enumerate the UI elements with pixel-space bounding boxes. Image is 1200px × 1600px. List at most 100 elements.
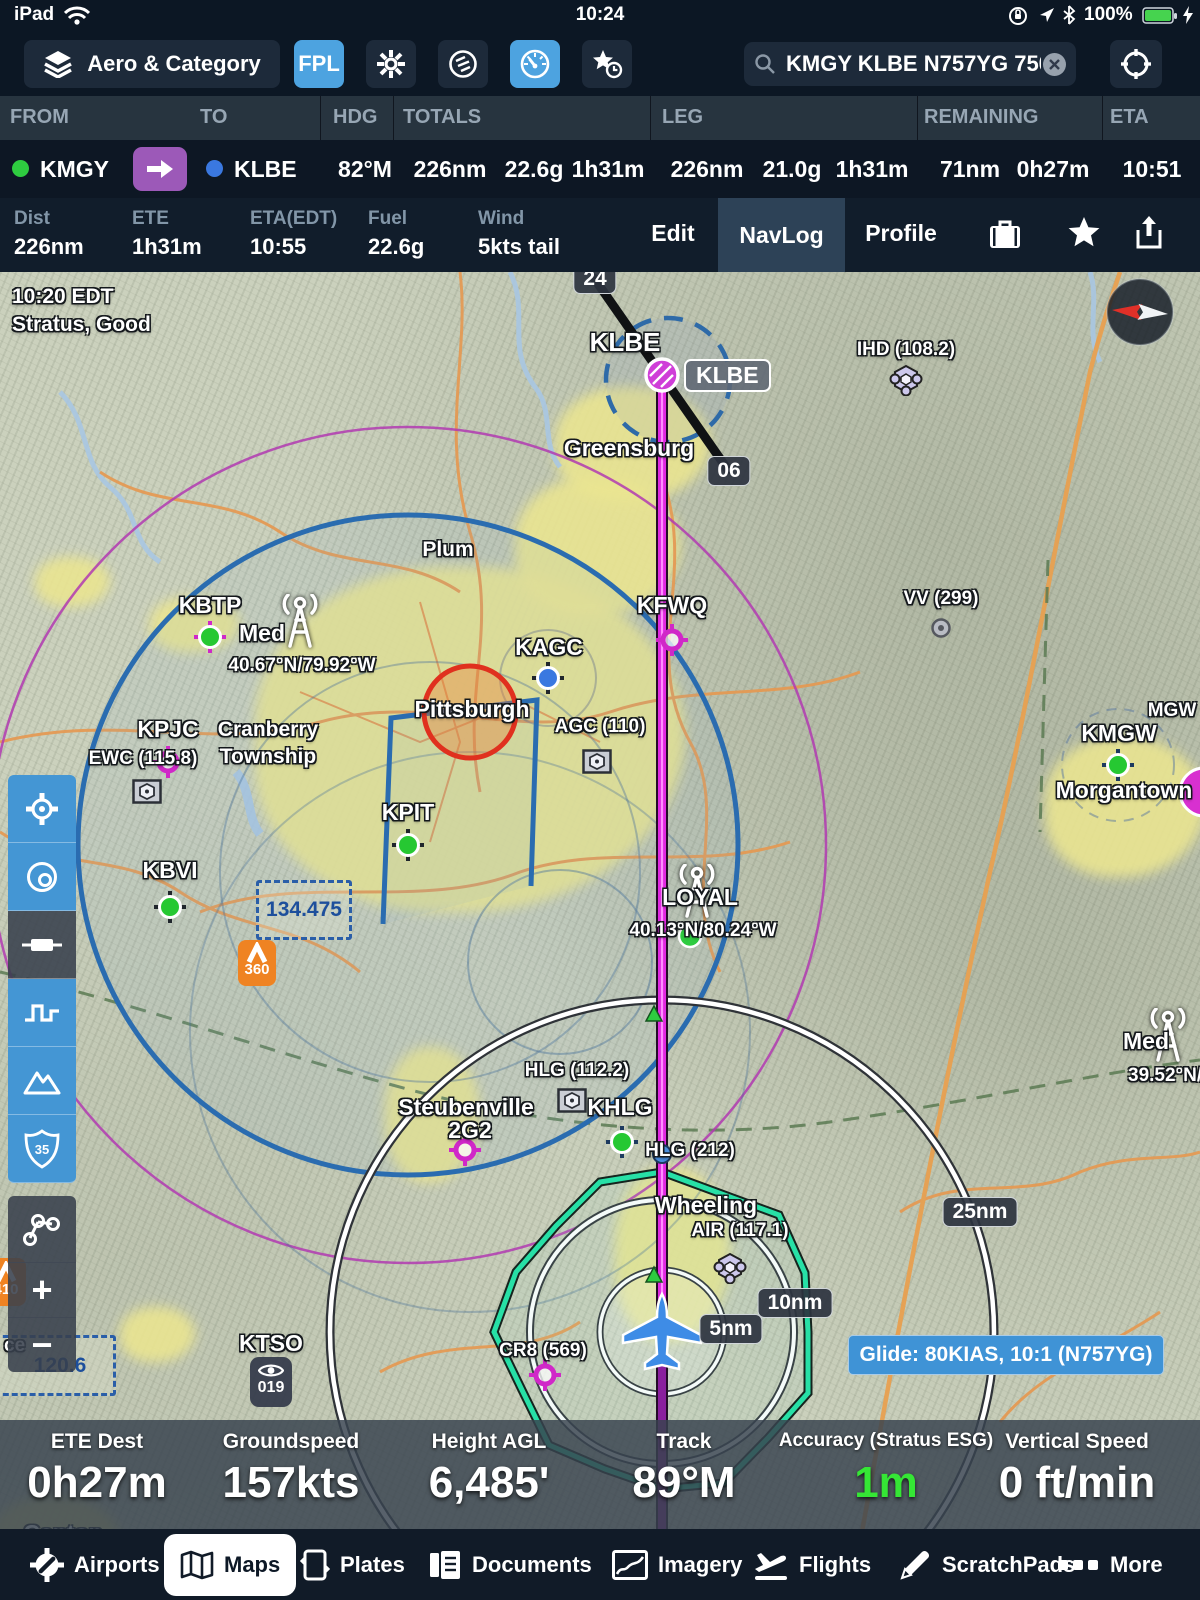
vertical-speed-value: 0 ft/min — [998, 1458, 1156, 1507]
highways-button[interactable]: 35 — [8, 1115, 76, 1183]
tab-scratchpads[interactable]: ScratchPads — [898, 1534, 1075, 1596]
airport-icon-khlg[interactable] — [605, 1125, 639, 1159]
to-airport-dot — [206, 160, 223, 177]
terrain-button[interactable] — [8, 1047, 76, 1115]
ete-label: ETE — [132, 208, 169, 229]
instruments-button[interactable] — [510, 40, 560, 88]
airport-icon-kbtp[interactable] — [193, 620, 227, 654]
col-to: TO — [200, 106, 228, 128]
wind-label: Wind — [478, 208, 525, 229]
pencil-icon — [900, 1550, 930, 1580]
waypoint-badge-klbe[interactable]: KLBE — [684, 359, 771, 392]
favorite-button[interactable] — [1066, 216, 1102, 250]
status-time: 10:24 — [575, 4, 625, 25]
gauge-icon — [519, 48, 551, 80]
favorites-recents-button[interactable] — [582, 40, 632, 88]
tab-label: Airports — [74, 1551, 160, 1577]
tab-more[interactable]: More — [1058, 1534, 1163, 1596]
edit-button[interactable]: Edit — [651, 220, 694, 247]
height-agl-label: Height AGL — [431, 1430, 547, 1453]
eta-edt-label: ETA(EDT) — [250, 208, 338, 229]
ownship-center-button[interactable] — [1110, 40, 1162, 88]
gear-icon — [376, 49, 406, 79]
route-points-icon — [23, 1214, 60, 1246]
accuracy-label: Accuracy (Stratus ESG) — [778, 1430, 994, 1451]
vor-box-icon-agc — [582, 749, 612, 774]
city-label-wheeling: Wheeling — [654, 1192, 758, 1218]
briefcase-button[interactable] — [988, 218, 1022, 250]
totals-fuel: 22.6g — [504, 156, 564, 182]
airport-label-kmgw: KMGW — [1081, 720, 1157, 746]
search-field[interactable] — [744, 42, 1076, 86]
airport-icon-kagc[interactable] — [531, 661, 565, 695]
tab-imagery[interactable]: Imagery — [612, 1534, 742, 1596]
map-layers-label: Aero & Category — [87, 51, 261, 76]
north-indicator-compass[interactable] — [1104, 276, 1176, 348]
main-tab-bar: Airports Maps Plates Documents Imagery F… — [0, 1529, 1200, 1600]
groundspeed-value: 157kts — [222, 1458, 360, 1507]
center-ownship-button[interactable] — [8, 775, 76, 843]
obstacle-height: 360 — [244, 961, 270, 978]
airport-icon-cr8[interactable] — [528, 1358, 562, 1392]
moving-map[interactable]: 360 410 019 134.475 120.6 10:20 EDT Stra… — [0, 272, 1200, 1600]
tab-maps[interactable]: Maps — [164, 1533, 297, 1596]
zoom-in-button[interactable]: + — [8, 1262, 76, 1318]
tab-label: Flights — [799, 1551, 872, 1577]
tab-flights[interactable]: Flights — [753, 1534, 871, 1596]
map-orientation-button[interactable] — [8, 843, 76, 911]
vor-box-icon-ewc — [132, 779, 162, 804]
vor-icon-air — [712, 1252, 748, 1284]
flightplan-header-row: FROM TO HDG TOTALS LEG REMAINING ETA — [0, 96, 1200, 140]
airport-label-kpit: KPIT — [381, 799, 435, 825]
share-button[interactable] — [1134, 215, 1164, 251]
tab-label: Imagery — [658, 1551, 743, 1577]
map-status-time: 10:20 EDT — [12, 285, 114, 308]
airport-label-kbtp: KBTP — [178, 592, 242, 618]
route-editor-button[interactable] — [8, 1196, 76, 1263]
tab-airports[interactable]: Airports — [30, 1534, 160, 1596]
share-icon — [1136, 216, 1162, 249]
profile-button[interactable]: Profile — [865, 220, 937, 247]
airport-icon-kbvi[interactable] — [153, 890, 187, 924]
profile-view-button[interactable] — [8, 979, 76, 1047]
heading-value: 82°M — [338, 156, 392, 182]
navlog-tab-selected[interactable]: NavLog — [718, 198, 845, 272]
track-up-icon — [27, 861, 57, 892]
search-input[interactable] — [784, 50, 1043, 78]
airport-label-cr8: CR8 (569) — [499, 1340, 587, 1361]
plus-icon: + — [31, 1268, 53, 1310]
documents-icon — [430, 1550, 460, 1579]
instrument-panel[interactable]: ETE Dest 0h27m Groundspeed 157kts Height… — [0, 1420, 1200, 1529]
active-leg-arrow-button[interactable] — [133, 147, 187, 191]
fpl-button[interactable]: FPL — [294, 40, 344, 88]
map-layers-button[interactable]: Aero & Category — [24, 40, 280, 88]
navaid-label-air: AIR (117.1) — [691, 1220, 789, 1241]
tab-plates[interactable]: Plates — [300, 1534, 405, 1596]
wind-value: 5kts tail — [478, 234, 560, 259]
flightplan-leg-row[interactable]: KMGY KLBE 82°M 226nm 22.6g 1h31m 226nm 2… — [0, 140, 1200, 198]
groundspeed-label: Groundspeed — [222, 1430, 360, 1453]
location-arrow-icon — [1038, 6, 1056, 24]
crosshair-icon — [1120, 48, 1152, 80]
from-airport-dot — [12, 160, 29, 177]
webcam-badge-ktso[interactable]: 019 — [250, 1357, 292, 1407]
col-remaining: REMAINING — [924, 106, 1039, 128]
globe-weather-button[interactable] — [438, 40, 488, 88]
city-label-cranberry-1: Cranberry — [217, 718, 319, 741]
ruler-button[interactable] — [8, 911, 76, 979]
tab-documents[interactable]: Documents — [428, 1534, 592, 1596]
airport-icon-kpit[interactable] — [391, 828, 425, 862]
glide-advisor-banner[interactable]: Glide: 80KIAS, 10:1 (N757YG) — [848, 1335, 1164, 1375]
airport-icon-kfwq[interactable] — [655, 623, 689, 657]
fuel-value: 22.6g — [368, 234, 425, 259]
settings-button[interactable] — [366, 40, 416, 88]
zoom-out-button[interactable]: − — [8, 1317, 76, 1372]
clear-search-icon[interactable] — [1043, 52, 1066, 76]
height-agl-value: 6,485' — [428, 1458, 550, 1507]
search-icon — [754, 53, 776, 75]
city-label-morgantown: Morgantown — [1055, 777, 1193, 803]
imagery-icon — [612, 1549, 648, 1580]
star-clock-icon — [590, 48, 624, 80]
track-value: 89°M — [632, 1458, 736, 1507]
to-airport: KLBE — [234, 156, 297, 182]
